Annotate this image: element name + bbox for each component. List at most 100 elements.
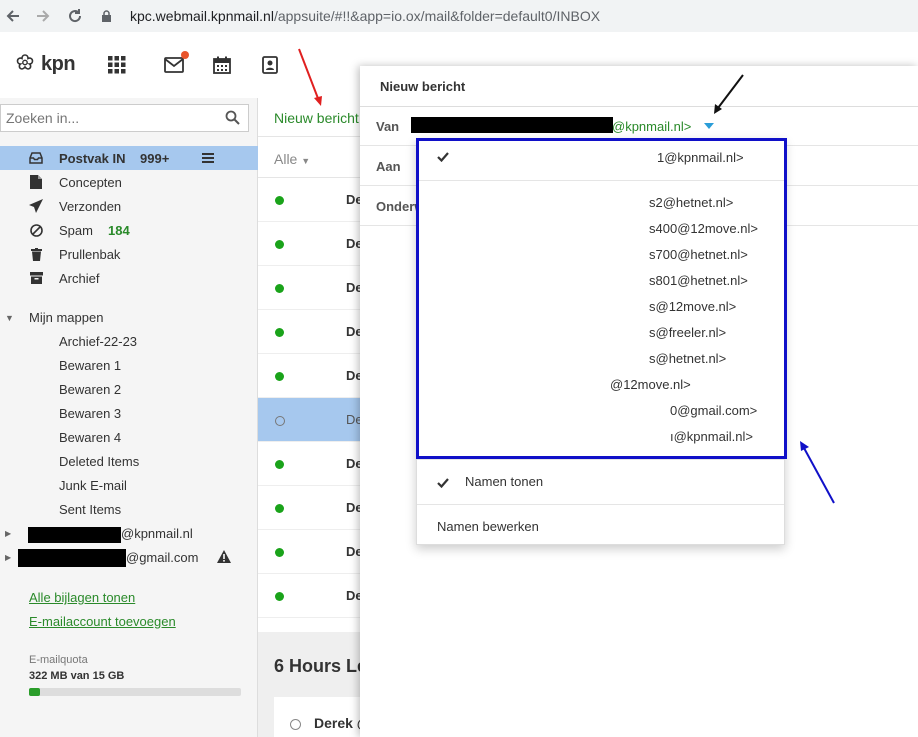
subfolder-item[interactable]: Archief-22-23 <box>59 334 137 349</box>
file-icon <box>28 175 44 189</box>
folder-trash[interactable]: Prullenbak <box>0 242 258 266</box>
quota-value: 322 MB van 15 GB <box>29 670 125 682</box>
message-row[interactable]: De <box>258 354 363 398</box>
account-gmail[interactable]: ▶ @gmail.com <box>0 547 258 569</box>
folder-label: Postvak IN <box>59 150 126 166</box>
mail-icon[interactable] <box>163 51 189 76</box>
address-bar[interactable]: kpc.webmail.kpnmail.nl/appsuite/#!!&app=… <box>96 3 918 29</box>
subfolder-item[interactable]: Bewaren 1 <box>59 358 121 373</box>
compose-title: Nieuw bericht <box>380 79 466 94</box>
inbox-icon <box>28 151 44 165</box>
unread-dot-icon[interactable] <box>275 504 284 513</box>
new-message-button[interactable]: Nieuw bericht <box>274 110 359 126</box>
quota-label: E-mailquota <box>29 654 88 666</box>
message-row[interactable]: De <box>258 222 363 266</box>
unread-count: 999+ <box>140 150 170 166</box>
message-group-section: 6 Hours Le Derek @ <box>258 632 370 737</box>
add-account-link[interactable]: E-mailaccount toevoegen <box>29 614 176 629</box>
logo-text: kpn <box>41 52 76 75</box>
divider <box>417 504 784 505</box>
back-icon[interactable] <box>0 3 26 29</box>
from-dropdown-caret-icon[interactable] <box>704 123 714 129</box>
url-path: /appsuite/#!!&app=io.ox/mail&folder=defa… <box>273 8 601 24</box>
search-input[interactable] <box>1 106 216 130</box>
show-names-toggle[interactable]: Namen tonen <box>465 474 543 489</box>
subfolder-item[interactable]: Sent Items <box>59 502 121 517</box>
message-list: Nieuw bericht Alle ▼ De De De De De De De De De D… <box>258 98 370 737</box>
unread-dot-icon[interactable] <box>275 196 284 205</box>
warning-icon[interactable] <box>217 550 231 566</box>
account-kpnmail[interactable]: ▶ @kpnmail.nl <box>0 523 258 545</box>
divider <box>360 106 918 107</box>
unread-dot-icon[interactable] <box>275 592 284 601</box>
section-heading: 6 Hours Le <box>274 656 368 676</box>
unread-dot-icon[interactable] <box>275 460 284 469</box>
search-icon[interactable] <box>225 110 240 128</box>
filter-dropdown[interactable]: Alle ▼ <box>274 151 310 167</box>
subfolder-item[interactable]: Deleted Items <box>59 454 139 469</box>
unread-dot-icon[interactable] <box>275 284 284 293</box>
message-row[interactable]: De <box>258 398 363 442</box>
kpn-logo-icon <box>16 54 34 70</box>
message-row[interactable]: De <box>258 310 363 354</box>
edit-names-button[interactable]: Namen bewerken <box>437 519 539 534</box>
paper-plane-icon <box>28 199 44 213</box>
folder-menu-icon[interactable] <box>196 148 220 168</box>
subfolder-item[interactable]: Bewaren 2 <box>59 382 121 397</box>
redacted-block <box>411 117 613 133</box>
read-status-icon[interactable] <box>290 719 301 730</box>
unread-dot-icon[interactable] <box>275 240 284 249</box>
calendar-icon[interactable] <box>211 54 233 76</box>
contacts-icon[interactable] <box>259 54 281 76</box>
unread-dot-icon[interactable] <box>275 372 284 381</box>
message-row[interactable]: De <box>258 486 363 530</box>
url-host: kpc.webmail.kpnmail.nl <box>130 8 274 24</box>
redacted-block <box>18 549 126 567</box>
unread-dot-icon[interactable] <box>275 328 284 337</box>
forward-icon[interactable] <box>30 3 56 29</box>
message-row[interactable]: De <box>258 266 363 310</box>
from-address[interactable]: @kpnmail.nl> <box>612 119 691 134</box>
divider <box>417 459 784 460</box>
subfolder-item[interactable]: Bewaren 3 <box>59 406 121 421</box>
folder-label: Concepten <box>59 174 122 190</box>
folder-inbox[interactable]: Postvak IN 999+ <box>0 146 258 170</box>
kpn-logo[interactable]: kpn <box>12 52 76 76</box>
subfolder-item[interactable]: Bewaren 4 <box>59 430 121 445</box>
read-status-icon[interactable] <box>275 416 285 426</box>
account-email: @gmail.com <box>126 550 199 565</box>
folder-label: Verzonden <box>59 198 122 214</box>
caret-down-icon: ▼ <box>301 156 311 166</box>
message-row[interactable]: De <box>258 574 363 618</box>
unread-dot-icon[interactable] <box>275 548 284 557</box>
redacted-block <box>28 527 121 543</box>
subfolder-item[interactable]: Junk E-mail <box>59 478 127 493</box>
show-attachments-link[interactable]: Alle bijlagen tonen <box>29 590 135 605</box>
ban-icon <box>28 223 44 237</box>
folder-drafts[interactable]: Concepten <box>0 170 258 194</box>
to-label: Aan <box>376 159 401 174</box>
folder-sent[interactable]: Verzonden <box>0 194 258 218</box>
folder-archive[interactable]: Archief <box>0 266 258 290</box>
search-box[interactable] <box>0 104 249 132</box>
folder-sidebar: Postvak IN 999+ Concepten Verzonden Spam… <box>0 98 258 737</box>
folder-spam[interactable]: Spam 184 <box>0 218 258 242</box>
expand-caret-icon[interactable]: ▼ <box>5 313 14 323</box>
expand-arrow-icon[interactable]: ▶ <box>5 553 11 562</box>
account-email: @kpnmail.nl <box>121 526 193 541</box>
message-card[interactable]: Derek @ <box>274 697 370 737</box>
my-folders-label[interactable]: Mijn mappen <box>29 310 103 325</box>
from-label: Van <box>376 119 400 134</box>
message-row[interactable]: De <box>258 442 363 486</box>
message-row[interactable]: De <box>258 530 363 574</box>
reload-icon[interactable] <box>62 3 88 29</box>
quota-progress-bar <box>29 688 241 696</box>
annotation-highlight-box <box>416 138 787 459</box>
spam-count: 184 <box>108 222 130 238</box>
browser-toolbar: kpc.webmail.kpnmail.nl/appsuite/#!!&app=… <box>0 0 918 32</box>
apps-grid-icon[interactable] <box>106 54 128 76</box>
folder-label: Archief <box>59 270 100 286</box>
notification-dot <box>181 51 189 59</box>
message-row[interactable]: De <box>258 178 363 222</box>
expand-arrow-icon[interactable]: ▶ <box>5 529 11 538</box>
